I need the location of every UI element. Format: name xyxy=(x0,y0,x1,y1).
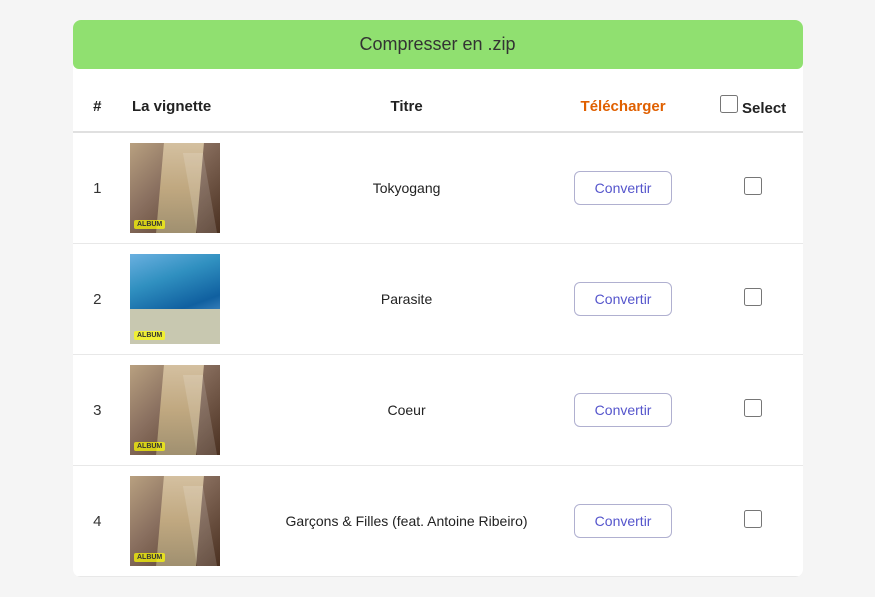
row-checkbox[interactable] xyxy=(744,288,762,306)
header-download: Télécharger xyxy=(543,81,704,132)
row-num: 2 xyxy=(73,244,122,355)
header-thumbnail: La vignette xyxy=(122,81,270,132)
row-select-cell xyxy=(704,466,803,577)
select-all-checkbox[interactable] xyxy=(720,95,738,113)
row-select-cell xyxy=(704,132,803,244)
row-checkbox[interactable] xyxy=(744,510,762,528)
row-title: Coeur xyxy=(270,355,542,466)
header-select: Select xyxy=(704,81,803,132)
table-row: 2ALBUM Parasite Convertir xyxy=(73,244,803,355)
row-thumbnail: ALBUM xyxy=(122,244,270,355)
header-title: Titre xyxy=(270,81,542,132)
row-select-cell xyxy=(704,244,803,355)
row-num: 1 xyxy=(73,132,122,244)
row-thumbnail: ALBUM xyxy=(122,466,270,577)
thumbnail-image: ALBUM xyxy=(130,476,220,566)
convertir-button[interactable]: Convertir xyxy=(574,282,673,316)
table-row: 3ALBUM Coeur Convertir xyxy=(73,355,803,466)
row-thumbnail: ALBUM xyxy=(122,355,270,466)
thumbnail-image: ALBUM xyxy=(130,365,220,455)
row-checkbox[interactable] xyxy=(744,177,762,195)
row-checkbox[interactable] xyxy=(744,399,762,417)
row-title: Tokyogang xyxy=(270,132,542,244)
row-download-cell: Convertir xyxy=(543,244,704,355)
row-download-cell: Convertir xyxy=(543,132,704,244)
row-title: Parasite xyxy=(270,244,542,355)
convertir-button[interactable]: Convertir xyxy=(574,171,673,205)
row-num: 4 xyxy=(73,466,122,577)
tracks-table: # La vignette Titre Télécharger Select 1… xyxy=(73,81,803,577)
table-row: 1ALBUM Tokyogang Convertir xyxy=(73,132,803,244)
header-num: # xyxy=(73,81,122,132)
thumbnail-image: ALBUM xyxy=(130,254,220,344)
main-container: Compresser en .zip # La vignette Titre T… xyxy=(73,20,803,577)
compress-button[interactable]: Compresser en .zip xyxy=(73,20,803,69)
row-download-cell: Convertir xyxy=(543,466,704,577)
row-download-cell: Convertir xyxy=(543,355,704,466)
convertir-button[interactable]: Convertir xyxy=(574,393,673,427)
row-num: 3 xyxy=(73,355,122,466)
table-row: 4ALBUM Garçons & Filles (feat. Antoine Ri… xyxy=(73,466,803,577)
header-select-label: Select xyxy=(742,100,786,117)
thumbnail-image: ALBUM xyxy=(130,143,220,233)
row-thumbnail: ALBUM xyxy=(122,132,270,244)
row-select-cell xyxy=(704,355,803,466)
row-title: Garçons & Filles (feat. Antoine Ribeiro) xyxy=(270,466,542,577)
